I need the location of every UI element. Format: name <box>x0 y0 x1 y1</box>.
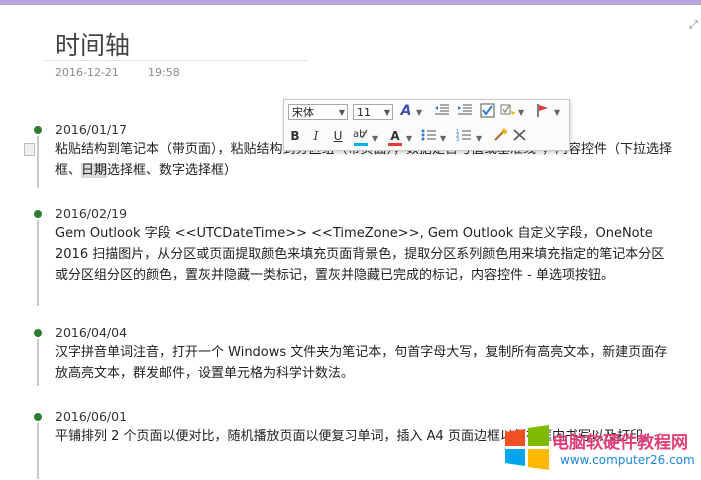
windows-logo-icon <box>505 425 549 470</box>
svg-text:3: 3 <box>456 137 459 142</box>
selected-text[interactable]: 日期 <box>81 163 108 178</box>
chevron-down-icon[interactable]: ▼ <box>372 134 378 143</box>
todo-checkbox-icon[interactable] <box>479 103 495 122</box>
bold-button[interactable]: B <box>288 128 302 144</box>
format-painter-icon[interactable] <box>492 128 508 146</box>
chevron-down-icon: ▼ <box>383 108 390 117</box>
find-tags-icon[interactable] <box>500 103 516 122</box>
decrease-indent-icon[interactable] <box>434 103 450 121</box>
highlight-color-icon[interactable]: ab <box>352 127 368 144</box>
chevron-down-icon[interactable]: ▼ <box>518 108 524 117</box>
mini-format-toolbar: 宋体 ▼ 11 ▼ A ▼ ▼ ▼ B I U ab ▼ A ▼ ▼ 123 ▼ <box>283 99 570 151</box>
page-date: 2016-12-21 <box>55 66 119 79</box>
title-underline <box>43 60 308 61</box>
timeline-dot-icon <box>34 126 42 134</box>
font-size-select[interactable]: 11 ▼ <box>353 104 393 120</box>
styles-icon[interactable]: A <box>398 103 414 119</box>
numbering-icon[interactable]: 123 <box>456 128 472 146</box>
italic-button[interactable]: I <box>309 128 323 144</box>
watermark-site-name: 电脑软硬件教程网 <box>552 433 688 453</box>
highlight-color-swatch <box>354 143 368 146</box>
entry-text[interactable]: 汉字拼音单词注音，打开一个 Windows 文件夹为笔记本，句首字母大写，复制所… <box>55 342 675 384</box>
chevron-down-icon[interactable]: ▼ <box>406 134 412 143</box>
chevron-down-icon[interactable]: ▼ <box>476 134 482 143</box>
timeline-line <box>37 339 39 386</box>
font-size-value: 11 <box>357 106 371 119</box>
timeline-dot-icon <box>34 210 42 218</box>
entry-date: 2016/04/04 <box>55 325 128 340</box>
timeline-entry[interactable]: 2016/02/19 Gem Outlook 字段 <<UTCDateTime>… <box>34 205 675 306</box>
entry-text-part: 选择框、数字选择框） <box>107 163 238 178</box>
timeline-entry[interactable]: 2016/04/04 汉字拼音单词注音，打开一个 Windows 文件夹为笔记本… <box>34 324 675 386</box>
expand-page-icon[interactable]: ⤢ <box>689 18 698 32</box>
entry-date: 2016/06/01 <box>55 409 128 424</box>
entry-date: 2016/02/19 <box>55 206 128 221</box>
font-color-swatch <box>388 143 402 146</box>
font-name-value: 宋体 <box>292 106 314 119</box>
chevron-down-icon[interactable]: ▼ <box>440 134 446 143</box>
bullets-icon[interactable] <box>421 128 437 146</box>
timeline-dot-icon <box>34 413 42 421</box>
page-time: 19:58 <box>148 66 180 79</box>
underline-button[interactable]: U <box>331 128 345 144</box>
window-top-accent-bar <box>0 0 701 5</box>
timeline-line <box>37 220 39 306</box>
watermark-url: www.computer26.com <box>560 453 695 467</box>
font-color-icon[interactable]: A <box>388 128 402 144</box>
flag-tag-icon[interactable] <box>535 103 551 122</box>
timeline-line <box>37 136 39 188</box>
paragraph-handle-icon[interactable] <box>24 143 35 156</box>
font-name-select[interactable]: 宋体 ▼ <box>288 104 348 120</box>
page-title[interactable]: 时间轴 <box>55 26 130 62</box>
chevron-down-icon[interactable]: ▼ <box>554 108 560 117</box>
chevron-down-icon: ▼ <box>338 108 345 117</box>
clear-formatting-icon[interactable] <box>512 128 528 146</box>
increase-indent-icon[interactable] <box>457 103 473 121</box>
chevron-down-icon[interactable]: ▼ <box>416 108 422 117</box>
entry-text[interactable]: Gem Outlook 字段 <<UTCDateTime>> <<TimeZon… <box>55 223 675 286</box>
timeline-line <box>37 423 39 479</box>
timeline-dot-icon <box>34 329 42 337</box>
